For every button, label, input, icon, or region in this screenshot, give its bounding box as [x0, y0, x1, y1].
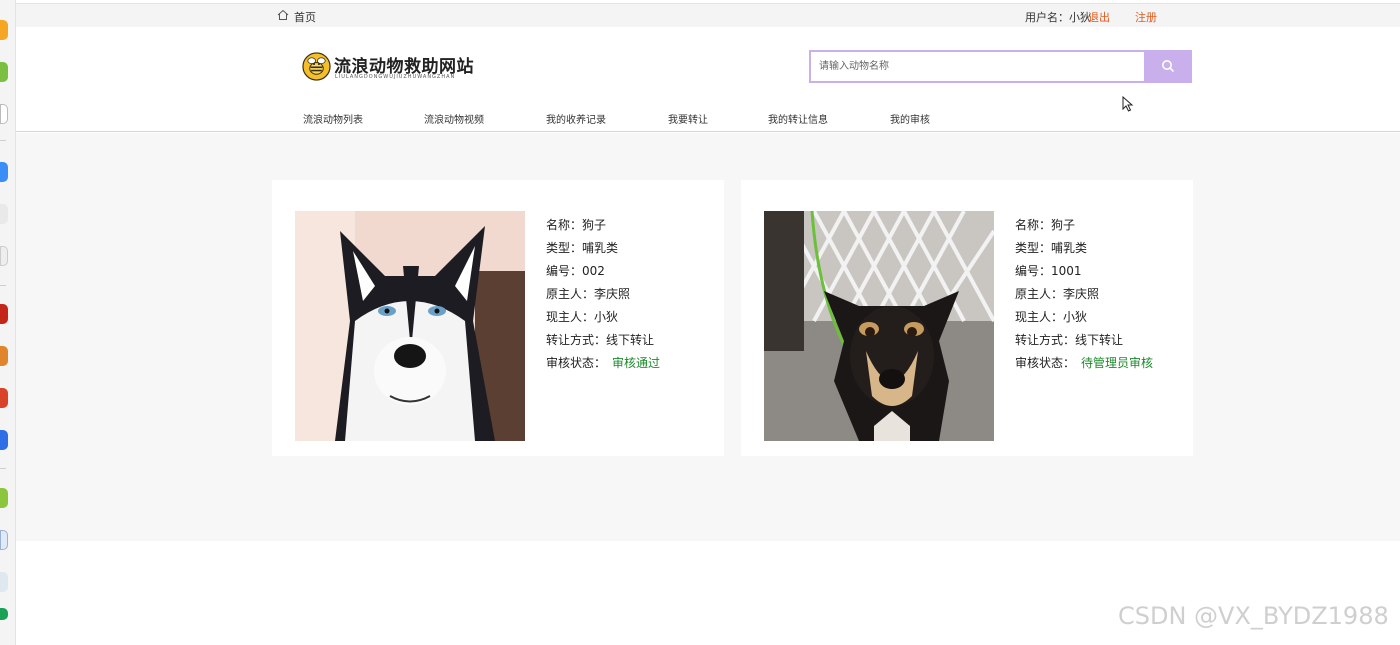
nav-item-transfer[interactable]: 我要转让 — [668, 111, 708, 126]
watermark: CSDN @VX_BYDZ1988 — [1118, 602, 1389, 630]
dock-app-icon[interactable] — [0, 346, 8, 366]
animal-code: 编号：002 — [546, 264, 605, 278]
dock-app-icon[interactable] — [0, 530, 8, 550]
animal-name: 名称：狗子 — [1015, 218, 1076, 232]
search-icon — [1162, 60, 1175, 73]
nav-item-animal-list[interactable]: 流浪动物列表 — [303, 111, 363, 126]
animal-code: 编号：1001 — [1015, 264, 1082, 278]
nav-item-my-transfers[interactable]: 我的转让信息 — [768, 111, 828, 126]
transfer-method: 转让方式：线下转让 — [546, 333, 655, 347]
animal-photo-dog — [764, 211, 994, 441]
animal-info: 名称：狗子 类型：哺乳类 编号：002 原主人：李庆照 现主人：小狄 转让方式：… — [546, 214, 660, 375]
dock-app-icon[interactable] — [0, 162, 8, 182]
bee-logo-icon[interactable] — [302, 52, 331, 81]
nav-item-adoption-records[interactable]: 我的收养记录 — [546, 111, 606, 126]
username-label: 用户名：小狄 — [1025, 11, 1091, 24]
animal-photo-husky — [295, 211, 525, 441]
original-owner: 原主人：李庆照 — [546, 287, 631, 301]
mouse-cursor-icon — [1122, 96, 1134, 112]
site-header: 流浪动物救助网站 LIULANGDONGWUJIUZHUWANGZHAN 流浪动… — [16, 27, 1400, 132]
dock-app-icon[interactable] — [0, 572, 8, 592]
dock-app-icon[interactable] — [0, 20, 8, 40]
app-dock — [0, 0, 16, 645]
main-nav: 流浪动物列表 流浪动物视频 我的收养记录 我要转让 我的转让信息 我的审核 — [16, 111, 1400, 127]
current-owner: 现主人：小狄 — [546, 310, 619, 324]
dock-app-icon[interactable] — [0, 304, 8, 324]
transfer-method: 转让方式：线下转让 — [1015, 333, 1124, 347]
logout-link[interactable]: 退出 — [1088, 9, 1110, 25]
home-link[interactable]: 首页 — [294, 9, 316, 25]
animal-name: 名称：狗子 — [546, 218, 607, 232]
animal-info: 名称：狗子 类型：哺乳类 编号：1001 原主人：李庆照 现主人：小狄 转让方式… — [1015, 214, 1153, 375]
site-subtitle: LIULANGDONGWUJIUZHUWANGZHAN — [335, 74, 456, 80]
transfer-card[interactable]: 名称：狗子 类型：哺乳类 编号：002 原主人：李庆照 现主人：小狄 转让方式：… — [272, 180, 724, 456]
original-owner: 原主人：李庆照 — [1015, 287, 1100, 301]
dock-app-icon[interactable] — [0, 488, 8, 508]
search-input[interactable] — [811, 52, 1144, 81]
register-link[interactable]: 注册 — [1135, 9, 1157, 25]
nav-item-animal-videos[interactable]: 流浪动物视频 — [424, 111, 484, 126]
nav-item-my-reviews[interactable]: 我的审核 — [890, 111, 930, 126]
dock-app-icon[interactable] — [0, 246, 8, 266]
transfer-card[interactable]: 名称：狗子 类型：哺乳类 编号：1001 原主人：李庆照 现主人：小狄 转让方式… — [741, 180, 1193, 456]
search-box — [809, 50, 1146, 83]
review-status-row: 审核状态： 审核通过 — [546, 352, 660, 375]
dock-app-icon[interactable] — [0, 104, 8, 124]
review-status-label: 审核状态： — [546, 356, 607, 370]
dock-app-icon[interactable] — [0, 608, 8, 620]
dock-app-icon[interactable] — [0, 204, 8, 224]
home-icon — [277, 9, 289, 20]
review-status-row: 审核状态： 待管理员审核 — [1015, 352, 1153, 375]
animal-type: 类型：哺乳类 — [546, 241, 619, 255]
current-owner: 现主人：小狄 — [1015, 310, 1088, 324]
review-status-value: 审核通过 — [612, 356, 661, 370]
top-bar: 首页 用户名：小狄 退出 注册 — [16, 3, 1400, 27]
dock-app-icon[interactable] — [0, 388, 8, 408]
search-button[interactable] — [1145, 50, 1192, 83]
animal-type: 类型：哺乳类 — [1015, 241, 1088, 255]
dock-app-icon[interactable] — [0, 62, 8, 82]
review-status-value: 待管理员审核 — [1081, 356, 1154, 370]
review-status-label: 审核状态： — [1015, 356, 1076, 370]
content-area: 名称：狗子 类型：哺乳类 编号：002 原主人：李庆照 现主人：小狄 转让方式：… — [16, 133, 1400, 541]
dock-app-icon[interactable] — [0, 430, 8, 450]
